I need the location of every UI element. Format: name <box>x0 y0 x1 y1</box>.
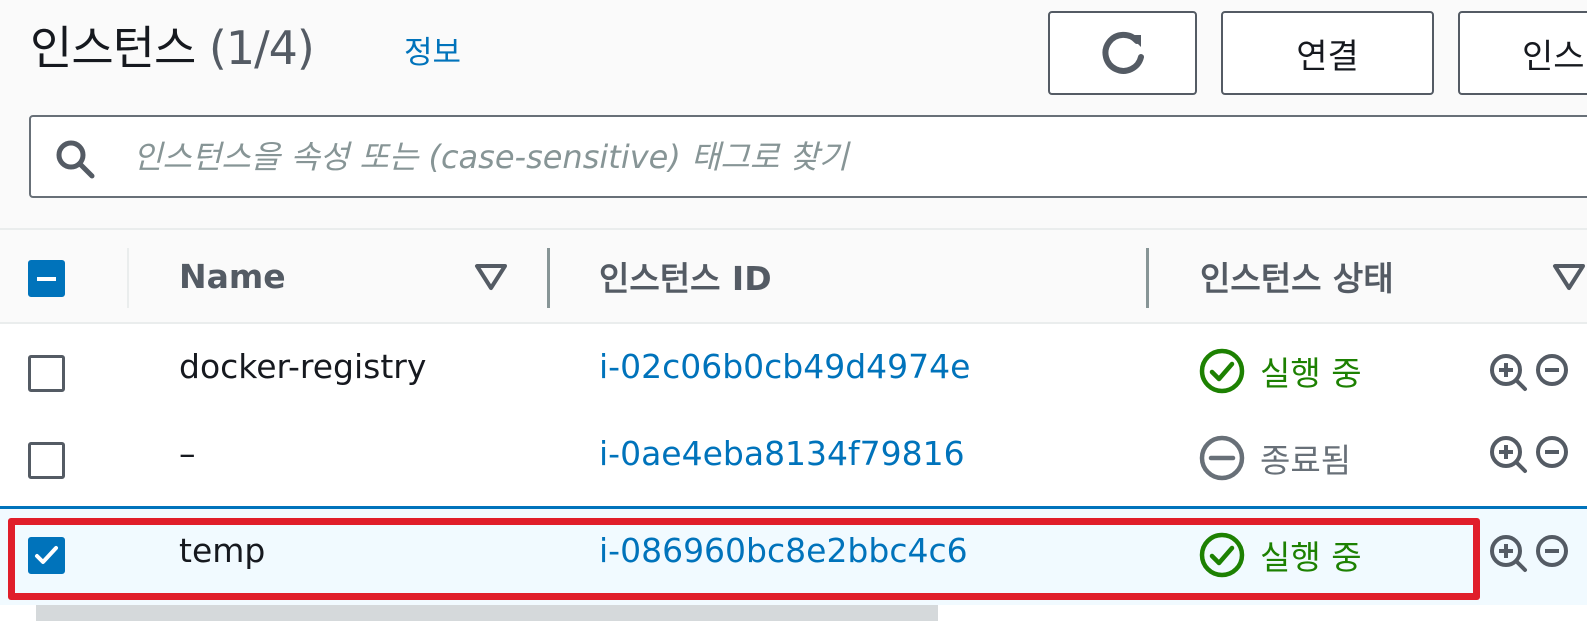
zoom-filter-icons[interactable] <box>1488 352 1587 396</box>
check-circle-icon <box>1199 348 1245 394</box>
horizontal-scrollbar[interactable] <box>36 605 938 621</box>
minus-circle-icon <box>1199 435 1245 481</box>
sort-down-icon[interactable] <box>474 263 508 291</box>
page-title: 인스턴스 (1/4) <box>30 12 315 78</box>
instance-name: – <box>179 434 196 473</box>
info-link[interactable]: 정보 <box>404 27 461 72</box>
connect-button[interactable]: 연결 <box>1221 11 1434 95</box>
table-row[interactable]: docker-registry i-02c06b0cb49d4974e 실행 중 <box>0 324 1587 420</box>
row-checkbox[interactable] <box>28 355 65 392</box>
refresh-icon <box>1102 31 1144 74</box>
instance-id-link[interactable]: i-02c06b0cb49d4974e <box>599 347 970 386</box>
column-separator <box>127 248 129 308</box>
column-header-name[interactable]: Name <box>179 230 286 322</box>
instance-state-label: 실행 중 <box>1260 538 1362 577</box>
instance-name: docker-registry <box>179 347 427 386</box>
search-icon <box>56 140 95 179</box>
zoom-filter-icons[interactable] <box>1488 434 1587 478</box>
refresh-button[interactable] <box>1048 11 1197 95</box>
zoom-filter-icons[interactable] <box>1488 533 1587 577</box>
instance-state: 실행 중 <box>1198 531 1362 579</box>
instance-count: (1/4) <box>208 21 315 75</box>
table-header: Name 인스턴스 ID 인스턴스 상태 <box>0 230 1587 324</box>
row-checkbox-checked[interactable] <box>28 537 65 574</box>
column-header-instance-id[interactable]: 인스턴스 ID <box>599 230 772 322</box>
checkmark-icon <box>35 546 58 564</box>
column-resizer[interactable] <box>547 248 550 308</box>
instance-state: 실행 중 <box>1198 347 1362 395</box>
check-circle-icon <box>1199 532 1245 578</box>
table-row[interactable]: – i-0ae4eba8134f79816 종료됨 <box>0 412 1587 506</box>
select-all-checkbox[interactable] <box>28 260 65 297</box>
instance-name: temp <box>179 531 266 570</box>
instance-id-link[interactable]: i-086960bc8e2bbc4c6 <box>599 531 968 570</box>
instance-state-label: 종료됨 <box>1260 441 1352 480</box>
table-row-selected[interactable]: temp i-086960bc8e2bbc4c6 실행 중 <box>0 506 1587 605</box>
page-title-text: 인스턴스 <box>30 21 196 75</box>
search-input[interactable] <box>131 125 1535 189</box>
column-resizer[interactable] <box>1146 248 1149 308</box>
instance-id-link[interactable]: i-0ae4eba8134f79816 <box>599 434 965 473</box>
column-header-instance-state[interactable]: 인스턴스 상태 <box>1200 230 1394 322</box>
instance-state-label: 실행 중 <box>1260 354 1362 393</box>
instance-state: 종료됨 <box>1198 434 1351 482</box>
instance-state-button[interactable]: 인스 <box>1458 11 1587 95</box>
row-checkbox[interactable] <box>28 442 65 479</box>
sort-down-icon[interactable] <box>1552 263 1586 291</box>
search-field[interactable] <box>29 115 1587 198</box>
